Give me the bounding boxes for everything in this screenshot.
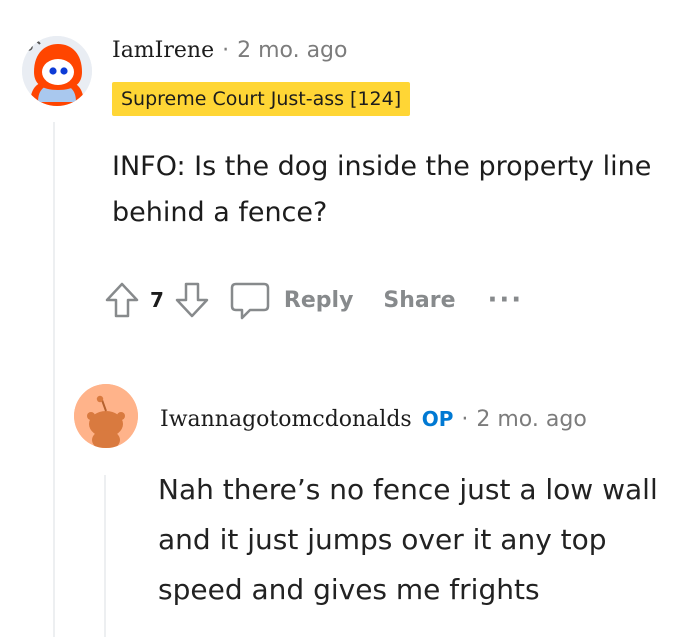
vote-score: 7 (150, 288, 164, 312)
reply-body: Nah there’s no fence just a low wall and… (158, 473, 658, 606)
downvote-icon[interactable] (174, 281, 210, 319)
reply-username[interactable]: Iwannagotomcdonalds (160, 407, 412, 432)
vote-control: 7 (104, 281, 210, 319)
comment-body: INFO: Is the dog inside the property lin… (112, 151, 652, 228)
reply-meta: Iwannagotomcdonalds OP · 2 mo. ago (160, 404, 587, 434)
op-badge: OP (421, 407, 454, 431)
reply-button[interactable]: Reply (228, 278, 354, 322)
more-options-icon[interactable]: ··· (488, 287, 524, 313)
reply-thread-line[interactable] (104, 475, 106, 637)
separator-dot: · (222, 37, 230, 63)
user-flair: Supreme Court Just-ass [124] (112, 82, 411, 116)
username[interactable]: IamIrene (112, 38, 214, 63)
share-button[interactable]: Share (383, 288, 455, 313)
timestamp[interactable]: 2 mo. ago (237, 38, 347, 63)
reply-user-avatar[interactable] (74, 384, 138, 448)
thread-line[interactable] (53, 122, 55, 637)
reply-label: Reply (283, 287, 354, 313)
upvote-icon[interactable] (104, 281, 140, 319)
comment-action-bar: 7 Reply Share ··· (104, 272, 523, 328)
reply-timestamp[interactable]: 2 mo. ago (476, 407, 586, 432)
comment-bubble-icon (230, 282, 270, 320)
user-avatar[interactable] (22, 36, 92, 106)
hooded-snoo-avatar-icon (22, 36, 92, 106)
comment-meta: IamIrene · 2 mo. ago (112, 34, 347, 66)
separator-dot: · (461, 406, 469, 432)
default-snoo-avatar-icon (74, 384, 138, 448)
